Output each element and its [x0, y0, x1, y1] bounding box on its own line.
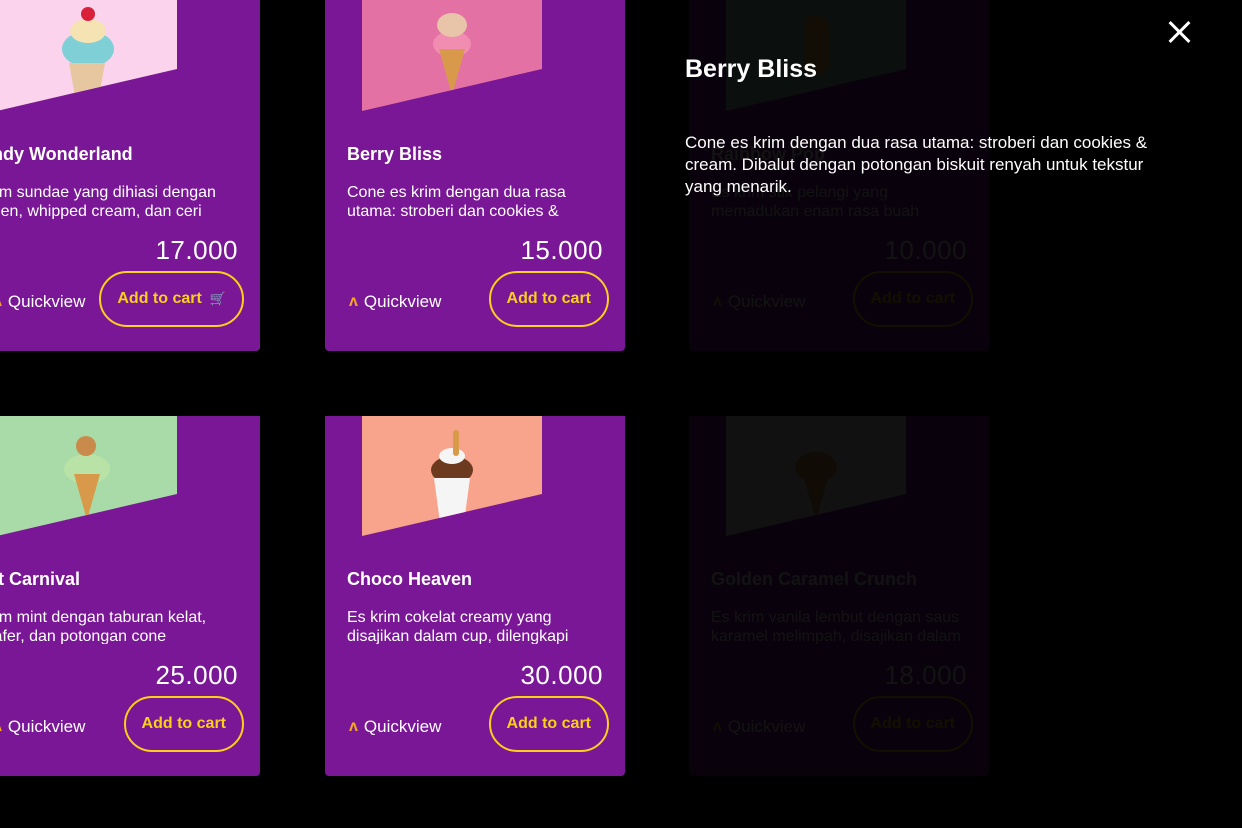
cone-illustration: [781, 426, 851, 526]
quickview-label: Quickview: [7, 292, 86, 311]
product-price: 18.000: [884, 660, 967, 690]
add-to-cart-label: Add to cart: [870, 715, 955, 732]
product-title: int Carnival: [0, 569, 81, 589]
quickview-label: Quickview: [363, 292, 442, 311]
quickview-label: Quickview: [7, 717, 86, 736]
quickview-icon: ʌ: [0, 293, 2, 311]
add-to-cart-button[interactable]: Add to cart 🛒: [99, 271, 244, 327]
add-to-cart-button[interactable]: Add to cart: [852, 271, 973, 327]
product-thumbnail: [0, 0, 177, 111]
quickview-icon: ʌ: [349, 293, 358, 310]
popsicle-illustration: [781, 1, 851, 101]
quickview-icon: ʌ: [349, 718, 358, 735]
add-to-cart-button[interactable]: Add to cart: [488, 271, 609, 327]
quickview-icon: ʌ: [713, 718, 722, 735]
cone-illustration: [417, 1, 487, 101]
close-icon[interactable]: [1164, 16, 1196, 48]
quickview-title: Berry Bliss: [685, 55, 818, 83]
product-price: 17.000: [155, 235, 238, 265]
cart-icon: 🛒: [209, 291, 226, 306]
product-description: krim mint dengan taburan kelat, wafer, d…: [0, 609, 207, 644]
sundae-illustration: [52, 1, 122, 101]
add-to-cart-button[interactable]: Add to cart: [852, 696, 973, 752]
add-to-cart-button[interactable]: Add to cart: [123, 696, 244, 752]
product-thumbnail: [362, 0, 542, 111]
add-to-cart-label: Add to cart: [506, 290, 591, 307]
product-price: 15.000: [520, 235, 603, 265]
product-price: 10.000: [884, 235, 967, 265]
product-card: Berry Bliss Cone es krim dengan dua rasa…: [325, 0, 625, 351]
quickview-label: Quickview: [727, 292, 806, 311]
product-thumbnail: [726, 416, 906, 536]
product-description: krim sundae yang dihiasi dengan rmen, wh…: [0, 184, 216, 219]
product-card: andy Wonderland krim sundae yang dihiasi…: [0, 0, 260, 351]
product-title: Golden Caramel Crunch: [711, 569, 918, 589]
add-to-cart-label: Add to cart: [870, 290, 955, 307]
product-thumbnail: [0, 416, 177, 536]
product-price: 25.000: [155, 660, 238, 690]
product-card: Choco Heaven Es krim cokelat creamy yang…: [325, 416, 625, 776]
quickview-icon: ʌ: [713, 293, 722, 310]
product-title: Choco Heaven: [347, 569, 473, 589]
quickview-link[interactable]: ʌ Quickview: [713, 717, 805, 737]
cone-illustration: [52, 426, 122, 526]
product-card: Golden Caramel Crunch Es krim vanila lem…: [689, 416, 989, 776]
add-to-cart-label: Add to cart: [141, 715, 226, 732]
quickview-link[interactable]: ʌ Quickview: [349, 292, 441, 312]
quickview-link[interactable]: ʌ Quickview: [349, 717, 441, 737]
add-to-cart-label: Add to cart: [506, 715, 591, 732]
quickview-link[interactable]: ʌ Quickview: [0, 717, 85, 737]
product-title: andy Wonderland: [0, 144, 133, 164]
product-thumbnail: [362, 416, 542, 536]
product-description: Es krim vanila lembut dengan saus karame…: [711, 609, 961, 644]
quickview-link[interactable]: ʌ Quickview: [0, 292, 85, 312]
add-to-cart-button[interactable]: Add to cart: [488, 696, 609, 752]
quickview-label: Quickview: [727, 717, 806, 736]
product-description: Cone es krim dengan dua rasa utama: stro…: [347, 184, 566, 219]
cup-illustration: [417, 426, 487, 526]
product-grid: andy Wonderland krim sundae yang dihiasi…: [0, 0, 1242, 828]
product-title: Berry Bliss: [347, 144, 443, 164]
quickview-link[interactable]: ʌ Quickview: [713, 292, 805, 312]
quickview-label: Quickview: [363, 717, 442, 736]
quickview-description: Cone es krim dengan dua rasa utama: stro…: [685, 133, 1148, 196]
product-price: 30.000: [520, 660, 603, 690]
add-to-cart-label: Add to cart: [117, 290, 202, 307]
product-card: int Carnival krim mint dengan taburan ke…: [0, 416, 260, 776]
product-description: Es krim cokelat creamy yang disajikan da…: [347, 609, 569, 644]
quickview-icon: ʌ: [0, 718, 2, 736]
